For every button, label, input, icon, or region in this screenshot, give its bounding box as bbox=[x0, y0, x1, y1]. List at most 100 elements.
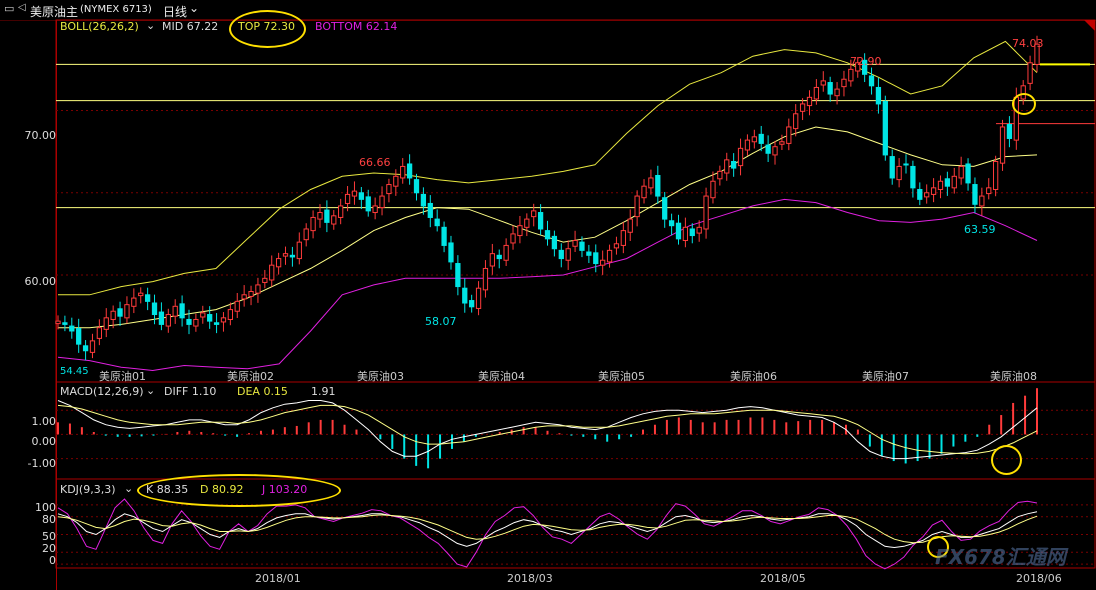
contract-label-08: 美原油08 bbox=[990, 370, 1037, 383]
candle-body bbox=[517, 225, 523, 237]
boll-indicator-label[interactable]: BOLL(26,26,2) bbox=[60, 20, 139, 33]
candle-body bbox=[937, 180, 944, 190]
candle-body bbox=[475, 287, 482, 309]
candle-body bbox=[365, 196, 371, 212]
candle-body bbox=[682, 226, 689, 241]
boll-chevron-icon[interactable]: ⌄ bbox=[146, 19, 155, 32]
candle-body bbox=[165, 314, 171, 327]
candle-body bbox=[241, 294, 247, 300]
highlight-ellipse-kdj bbox=[137, 474, 341, 507]
candle-body bbox=[696, 226, 702, 234]
candle-body bbox=[248, 291, 254, 297]
candle-body bbox=[882, 100, 888, 156]
candle-body bbox=[427, 202, 433, 218]
candle-body bbox=[358, 192, 364, 200]
candle-body bbox=[227, 309, 233, 320]
candle-body bbox=[910, 165, 916, 189]
macd-indicator-label[interactable]: MACD(12,26,9) bbox=[60, 385, 144, 398]
candle-body bbox=[455, 263, 461, 288]
contract-label-04: 美原油04 bbox=[478, 370, 525, 383]
candle-body bbox=[344, 193, 351, 204]
candle-body bbox=[400, 165, 406, 179]
candle-body bbox=[524, 218, 530, 228]
candle-body bbox=[724, 159, 730, 174]
candle-body bbox=[317, 212, 323, 220]
candle-body bbox=[951, 175, 957, 189]
annotation-low-54: 54.45 bbox=[60, 366, 89, 377]
candle-body bbox=[717, 170, 723, 180]
candle-body bbox=[999, 126, 1006, 164]
candle-body bbox=[296, 241, 302, 260]
kdj-indicator-label[interactable]: KDJ(9,3,3) bbox=[60, 483, 116, 496]
candle-body bbox=[193, 318, 199, 327]
candle-body bbox=[144, 294, 151, 302]
kdj-chevron-icon[interactable]: ⌄ bbox=[124, 482, 133, 495]
candle-body bbox=[489, 253, 495, 267]
candle-body bbox=[351, 190, 358, 197]
candle-body bbox=[930, 187, 937, 195]
macd-chevron-icon[interactable]: ⌄ bbox=[146, 384, 155, 397]
candle-body bbox=[269, 264, 275, 281]
candle-body bbox=[703, 195, 709, 230]
macd-dea-line bbox=[57, 404, 1038, 455]
candle-body bbox=[917, 188, 923, 200]
candle-body bbox=[255, 284, 261, 294]
candle-body bbox=[303, 228, 309, 241]
candle-body bbox=[131, 297, 137, 307]
candle-body bbox=[406, 163, 413, 179]
candle-body bbox=[992, 161, 999, 190]
candle-body bbox=[620, 230, 626, 246]
candle-body bbox=[758, 133, 764, 144]
highlight-circle-top bbox=[229, 10, 306, 48]
macd-value: 1.91 bbox=[311, 385, 336, 398]
candle-body bbox=[600, 259, 606, 266]
corner-marker bbox=[1084, 20, 1095, 31]
boll-bottom-value: BOTTOM 62.14 bbox=[315, 20, 398, 33]
candle-body bbox=[379, 195, 385, 209]
candle-body bbox=[903, 163, 909, 166]
contract-label-02: 美原油02 bbox=[227, 370, 274, 383]
macd-diff-line bbox=[57, 400, 1038, 460]
candle-body bbox=[793, 113, 799, 130]
candle-body bbox=[634, 195, 640, 218]
candle-body bbox=[655, 174, 661, 197]
candle-body bbox=[565, 248, 571, 261]
candle-body bbox=[441, 226, 447, 246]
candle-body bbox=[613, 243, 620, 249]
candle-body bbox=[606, 249, 613, 263]
candle-body bbox=[648, 177, 654, 189]
watermark-logo: FX678汇通网 bbox=[935, 545, 1066, 569]
candle-body bbox=[662, 197, 668, 220]
x-date-2018-06: 2018/06 bbox=[1016, 572, 1062, 585]
candle-body bbox=[896, 165, 902, 181]
candle-body bbox=[958, 165, 964, 179]
candle-body bbox=[448, 242, 454, 263]
candle-body bbox=[55, 320, 61, 325]
candle-body bbox=[496, 254, 502, 260]
highlight-circle-price bbox=[1012, 93, 1036, 115]
candle-body bbox=[324, 209, 330, 223]
candle-body bbox=[186, 318, 192, 325]
candle-body bbox=[420, 193, 427, 207]
boll-mid-value: MID 67.22 bbox=[162, 20, 219, 33]
candle-body bbox=[372, 205, 378, 214]
candle-body bbox=[848, 68, 854, 82]
candle-body bbox=[813, 86, 820, 100]
candle-body bbox=[482, 267, 489, 291]
candle-body bbox=[551, 235, 558, 250]
highlight-circle-macd bbox=[991, 445, 1022, 475]
candle-body bbox=[1006, 123, 1013, 139]
candle-body bbox=[779, 141, 785, 145]
candle-body bbox=[841, 78, 847, 88]
contract-label-06: 美原油06 bbox=[730, 370, 777, 383]
candle-body bbox=[641, 185, 647, 199]
candle-body bbox=[627, 218, 633, 233]
candle-body bbox=[124, 304, 130, 319]
candle-body bbox=[434, 218, 440, 227]
candle-body bbox=[110, 310, 116, 320]
candle-body bbox=[924, 192, 930, 198]
candle-body bbox=[96, 327, 103, 339]
candle-body bbox=[744, 139, 751, 151]
macd-diff-value: DIFF 1.10 bbox=[164, 385, 217, 398]
candle-body bbox=[972, 184, 978, 205]
